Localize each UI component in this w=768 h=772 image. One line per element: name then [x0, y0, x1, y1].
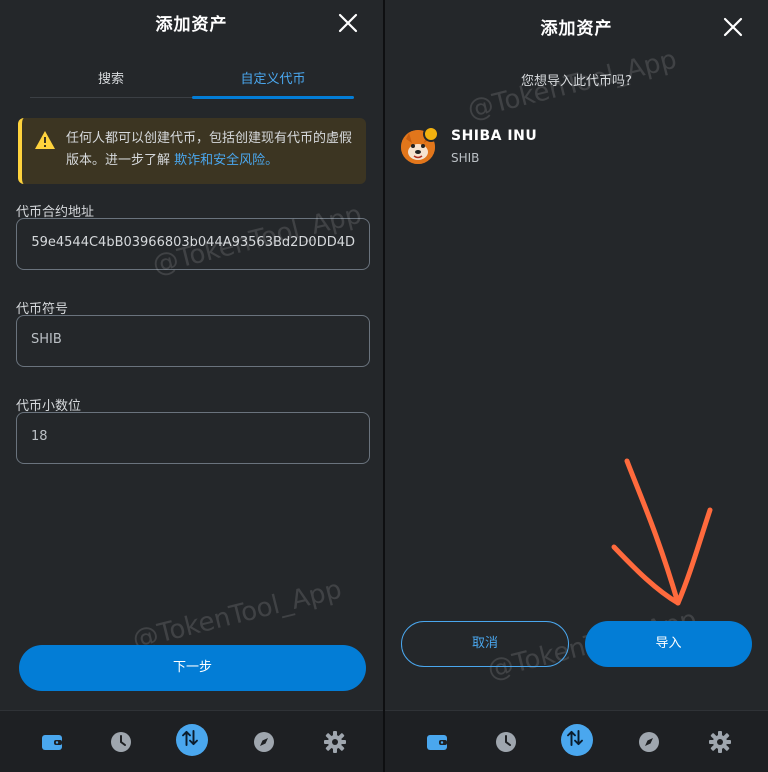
swap-icon[interactable] [176, 724, 208, 756]
warning-icon [35, 131, 55, 149]
swap-icon[interactable] [561, 724, 593, 756]
warning-banner: 任何人都可以创建代币，包括创建现有代币的虚假版本。进一步了解 欺诈和安全风险。 [18, 118, 366, 184]
clock-icon[interactable] [107, 728, 135, 756]
warning-text: 任何人都可以创建代币，包括创建现有代币的虚假版本。进一步了解 欺诈和安全风险。 [66, 131, 353, 168]
page-title: 添加资产 [155, 15, 228, 35]
clock-icon[interactable] [492, 728, 520, 756]
next-button[interactable]: 下一步 [19, 645, 366, 691]
token-decimals-value: 18 [31, 429, 48, 444]
contract-address-value: 59e4544C4bB03966803b044A93563Bd2D0DD4D [31, 235, 355, 250]
page-title: 添加资产 [540, 19, 613, 39]
token-decimals-input[interactable]: 18 [16, 412, 370, 464]
watermark: @TokenTool_App [129, 574, 345, 656]
gear-icon[interactable] [321, 728, 349, 756]
tab-search[interactable]: 搜索 [30, 68, 192, 87]
shiba-token-icon [401, 126, 439, 164]
import-token-panel: 添加资产 您想导入此代币吗? SHIBA INU SHIB @TokenTool… [385, 0, 768, 772]
custom-token-panel: 添加资产 搜索 自定义代币 任何人都可以创建代币，包括创建现有代币的虚假版本。进… [0, 0, 383, 772]
compass-icon[interactable] [250, 728, 278, 756]
bottom-navbar [0, 710, 383, 772]
token-symbol: SHIB [451, 151, 480, 165]
token-symbol-value: SHIB [31, 332, 62, 347]
scam-risk-link[interactable]: 欺诈和安全风险。 [174, 153, 278, 168]
import-question: 您想导入此代币吗? [521, 74, 632, 89]
token-badge-icon [423, 126, 439, 142]
tab-custom-token[interactable]: 自定义代币 [192, 68, 354, 87]
cancel-button[interactable]: 取消 [401, 621, 569, 667]
close-icon[interactable] [337, 12, 359, 34]
active-tab-indicator [192, 96, 354, 99]
wallet-icon[interactable] [38, 728, 66, 756]
contract-address-input[interactable]: 59e4544C4bB03966803b044A93563Bd2D0DD4D [16, 218, 370, 270]
close-icon[interactable] [722, 16, 744, 38]
token-name: SHIBA INU [451, 128, 538, 144]
tab-bar: 搜索 自定义代币 [30, 60, 354, 99]
bottom-navbar [385, 710, 768, 772]
wallet-icon[interactable] [423, 728, 451, 756]
import-button[interactable]: 导入 [585, 621, 752, 667]
compass-icon[interactable] [635, 728, 663, 756]
token-symbol-input[interactable]: SHIB [16, 315, 370, 367]
gear-icon[interactable] [706, 728, 734, 756]
